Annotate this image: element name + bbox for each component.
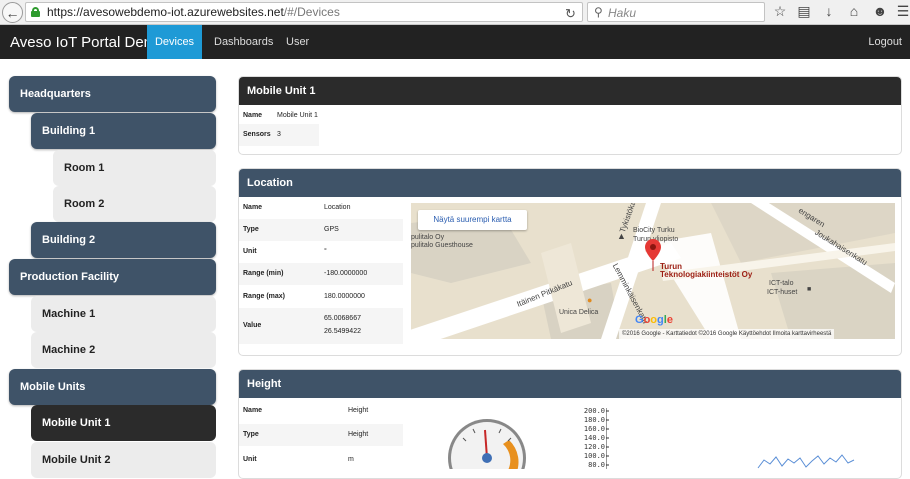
device-panel: Mobile Unit 1 bbox=[238, 76, 902, 155]
chat-icon[interactable]: ☻ bbox=[871, 3, 889, 19]
map-attribution[interactable]: ©2016 Google - Karttatiedot ©2016 Google… bbox=[619, 329, 835, 339]
reload-icon[interactable]: ↻ bbox=[565, 6, 576, 22]
y-tick: 180.0 bbox=[583, 416, 605, 424]
lock-icon bbox=[31, 7, 40, 17]
height-field-type: Type Height bbox=[239, 424, 403, 446]
height-title: Height bbox=[239, 370, 901, 398]
map-label-pulitalo: pulitalo Oy bbox=[411, 234, 445, 241]
map-label-marker-2: Teknologiakiinteistöt Oy bbox=[660, 270, 753, 279]
tree-node-machine-2[interactable]: Machine 2 bbox=[31, 332, 216, 368]
tree-node-headquarters[interactable]: Headquarters bbox=[9, 76, 216, 112]
bookmark-star-icon[interactable]: ☆ bbox=[771, 3, 789, 20]
y-tick: 200.0 bbox=[583, 407, 605, 415]
y-tick: 120.0 bbox=[583, 443, 605, 451]
location-field-range-max: Range (max) 180.0000000 bbox=[243, 293, 365, 300]
location-map[interactable]: Näytä suurempi kartta pulitalo Oy pulita… bbox=[411, 203, 895, 339]
larger-map-button[interactable]: Näytä suurempi kartta bbox=[418, 210, 527, 230]
google-logo[interactable]: Google bbox=[635, 314, 673, 326]
device-field-sensors: Sensors 3 bbox=[239, 124, 319, 146]
height-field-unit: Unit m bbox=[243, 456, 354, 463]
browser-toolbar: ← https://avesowebdemo-iot.azurewebsites… bbox=[0, 0, 910, 25]
map-label-guesthouse: pulitalo Guesthouse bbox=[411, 242, 473, 249]
map-label-biocity: BioCity Turku bbox=[633, 227, 675, 234]
y-tick: 80.0 bbox=[588, 461, 605, 469]
tree-node-building-2[interactable]: Building 2 bbox=[31, 222, 216, 258]
home-icon[interactable]: ⌂ bbox=[845, 3, 863, 19]
map-label-ict-huset: ICT-huset bbox=[767, 289, 798, 296]
back-arrow-icon[interactable]: ← bbox=[2, 2, 23, 23]
y-tick: 140.0 bbox=[583, 434, 605, 442]
tree-node-mobile-units[interactable]: Mobile Units bbox=[9, 369, 216, 405]
tree-node-production-facility[interactable]: Production Facility bbox=[9, 259, 216, 295]
search-input[interactable]: ⚲ Haku bbox=[587, 2, 765, 22]
download-icon[interactable]: ↓ bbox=[820, 3, 838, 19]
logout-link[interactable]: Logout bbox=[866, 25, 904, 59]
location-field-range-min: Range (min) -180.0000000 bbox=[239, 263, 403, 285]
gauge-hub bbox=[482, 453, 492, 463]
brand-title[interactable]: Aveso IoT Portal Demo bbox=[10, 34, 165, 51]
nav-dashboards[interactable]: Dashboards bbox=[202, 25, 285, 59]
reading-list-icon[interactable]: ▤ bbox=[795, 3, 813, 20]
y-tick: 100.0 bbox=[583, 452, 605, 460]
device-title: Mobile Unit 1 bbox=[239, 77, 901, 105]
address-bar[interactable]: https://avesowebdemo-iot.azurewebsites.n… bbox=[25, 2, 583, 22]
nav-user[interactable]: User bbox=[274, 25, 321, 59]
tree-node-mobile-unit-2[interactable]: Mobile Unit 2 bbox=[31, 442, 216, 478]
location-marker-icon[interactable] bbox=[645, 239, 661, 275]
location-title: Location bbox=[239, 169, 901, 197]
search-icon: ⚲ bbox=[594, 5, 603, 19]
chart-plot bbox=[606, 408, 855, 469]
height-gauge bbox=[448, 419, 526, 469]
y-tick: 160.0 bbox=[583, 425, 605, 433]
map-label-unica: Unica Delica bbox=[559, 309, 599, 316]
menu-icon[interactable]: ☰ bbox=[894, 3, 910, 20]
tree-node-mobile-unit-1[interactable]: Mobile Unit 1 bbox=[31, 405, 216, 441]
app-navbar: Aveso IoT Portal Demo Devices Dashboards… bbox=[0, 25, 910, 59]
tree-node-building-1[interactable]: Building 1 bbox=[31, 113, 216, 149]
building-icon: ■ bbox=[807, 286, 812, 293]
tree-node-machine-1[interactable]: Machine 1 bbox=[31, 296, 216, 332]
location-field-type: Type GPS bbox=[239, 219, 403, 241]
height-field-name: Name Height bbox=[243, 407, 369, 414]
location-field-name: Name Location bbox=[243, 204, 351, 211]
map-label-ict-talo: ICT-talo bbox=[769, 280, 794, 287]
tree-node-room-2[interactable]: Room 2 bbox=[53, 186, 216, 222]
restaurant-icon: ● bbox=[587, 295, 593, 305]
nav-devices[interactable]: Devices bbox=[147, 25, 202, 59]
chart-line bbox=[757, 454, 855, 469]
tree-node-room-1[interactable]: Room 1 bbox=[53, 150, 216, 186]
url-text: https://avesowebdemo-iot.azurewebsites.n… bbox=[47, 5, 340, 19]
location-field-value: Value 65.0068667 26.5499422 bbox=[239, 308, 403, 344]
location-field-unit: Unit ° bbox=[243, 248, 327, 255]
